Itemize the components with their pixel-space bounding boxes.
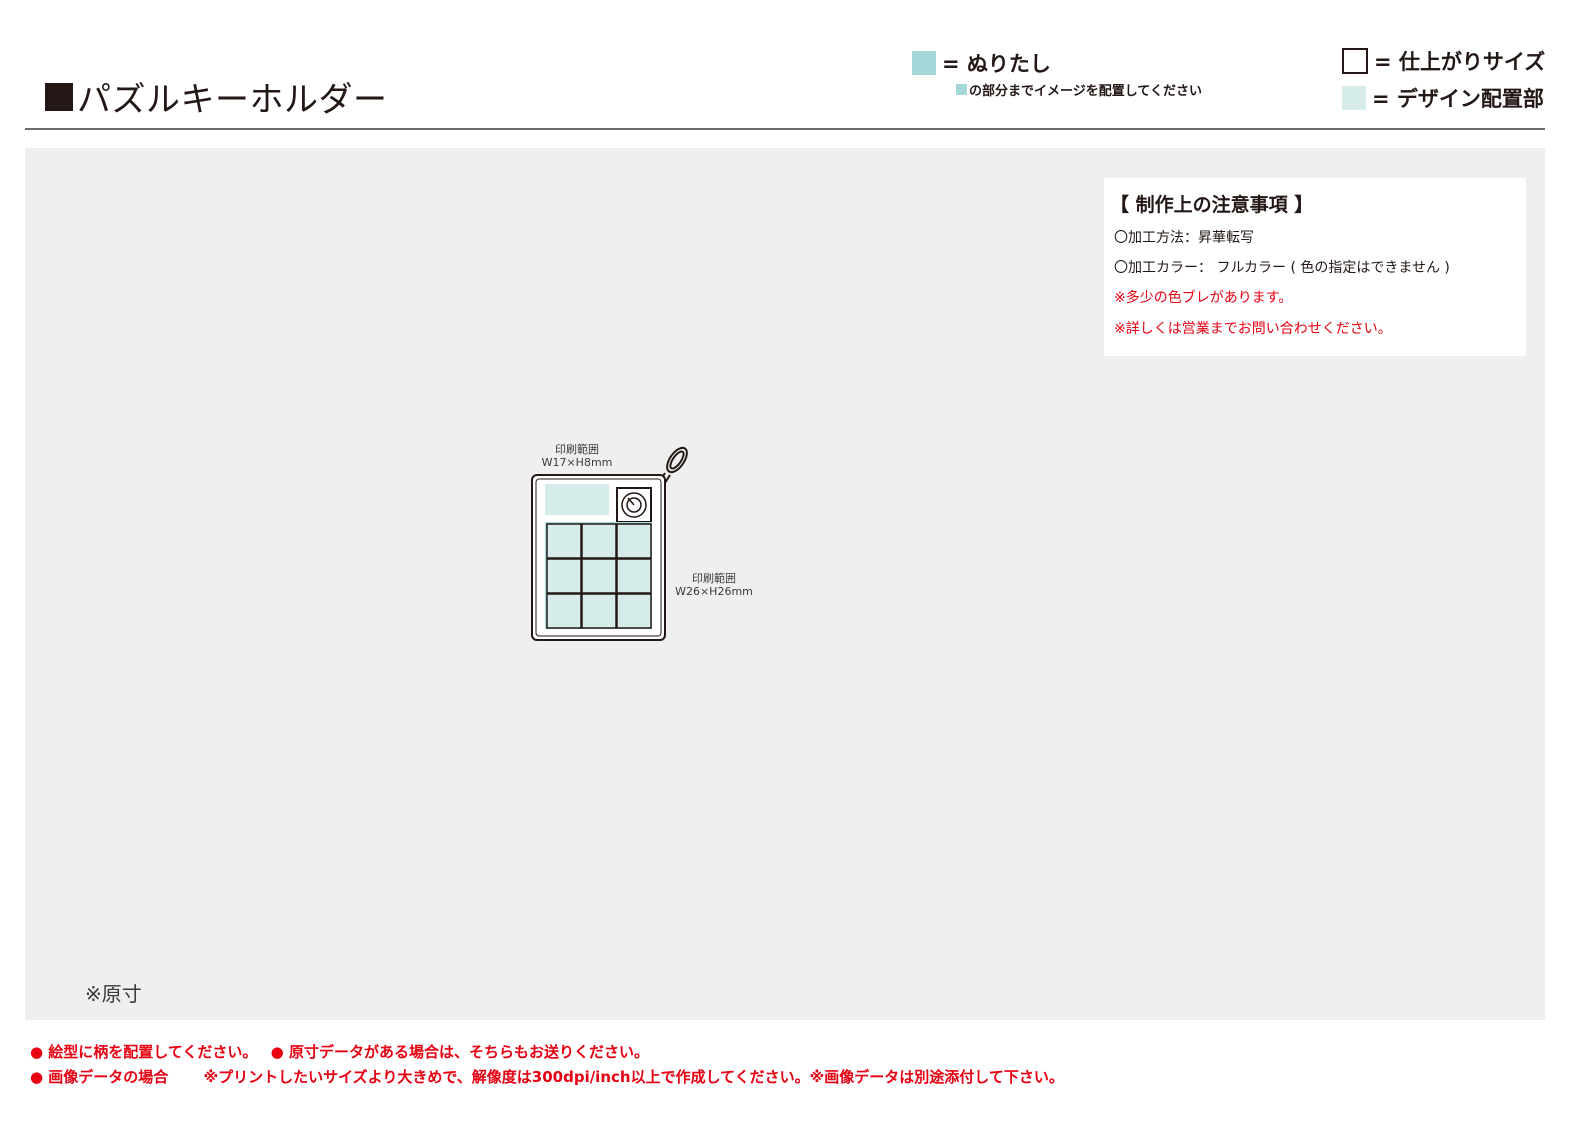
top-print-area (545, 484, 609, 515)
footer-line-2: ● 画像データの場合 ※プリントしたいサイズより大きめで、解像度は300dpi/… (30, 1066, 1072, 1087)
footer-image-data-heading: ● 画像データの場合 (30, 1068, 169, 1086)
puzzle-tile (616, 593, 652, 629)
legend-bleed-note-text: の部分までイメージを配置してください (969, 84, 1202, 99)
ring-hole-icon (616, 487, 652, 523)
puzzle-keyholder-diagram (531, 446, 688, 641)
notes-title: 【 制作上の注意事項 】 (1110, 194, 1314, 216)
bleed-swatch-icon (912, 51, 936, 75)
actual-size-note: ※原寸 (85, 982, 142, 1006)
legend-bleed-note: の部分までイメージを配置してください (956, 80, 1202, 99)
puzzle-grid (546, 523, 652, 629)
footer-instruction-place: ● 絵型に柄を配置してください。 (30, 1043, 258, 1061)
footer-line-1: ● 絵型に柄を配置してください。 ● 原寸データがある場合は、そちらもお送りくだ… (30, 1041, 657, 1062)
legend-design: = デザイン配置部 (1342, 83, 1544, 113)
puzzle-tile (616, 558, 652, 594)
bleed-note-swatch-icon (956, 84, 967, 95)
legend-bleed: = ぬりたし (912, 48, 1051, 78)
legend-finish-label: = 仕上がりサイズ (1374, 50, 1546, 74)
title-square-icon (45, 82, 73, 111)
notes-line-color: 〇加工カラー： フルカラー ( 色の指定はできません ) (1114, 260, 1450, 276)
puzzle-tile (546, 593, 582, 629)
notes-line-method: 〇加工方法：昇華転写 (1114, 230, 1254, 246)
design-swatch-icon (1342, 86, 1366, 110)
finish-swatch-icon (1342, 48, 1368, 74)
puzzle-tile (581, 523, 617, 559)
puzzle-tile (546, 558, 582, 594)
puzzle-tile (581, 558, 617, 594)
footer-image-data-note: ※プリントしたいサイズより大きめで、解像度は300dpi/inch以上で作成して… (203, 1068, 1064, 1086)
page-title-text: パズルキーホルダー (77, 80, 388, 120)
puzzle-tile (546, 523, 582, 559)
legend-design-label: = デザイン配置部 (1372, 87, 1544, 111)
legend-bleed-label: = ぬりたし (942, 52, 1051, 76)
notes-line-warning-contact: ※詳しくは営業までお問い合わせください。 (1114, 321, 1392, 337)
legend-finish: = 仕上がりサイズ (1342, 46, 1545, 76)
footer-instruction-send: ● 原寸データがある場合は、そちらもお送りください。 (270, 1043, 649, 1061)
puzzle-tile (616, 523, 652, 559)
puzzle-tile (581, 593, 617, 629)
page-title: パズルキーホルダー (45, 72, 388, 121)
header-divider (25, 128, 1545, 130)
production-notes: 【 制作上の注意事項 】 〇加工方法：昇華転写 〇加工カラー： フルカラー ( … (1104, 178, 1526, 356)
notes-line-warning-color: ※多少の色ブレがあります。 (1114, 290, 1293, 306)
